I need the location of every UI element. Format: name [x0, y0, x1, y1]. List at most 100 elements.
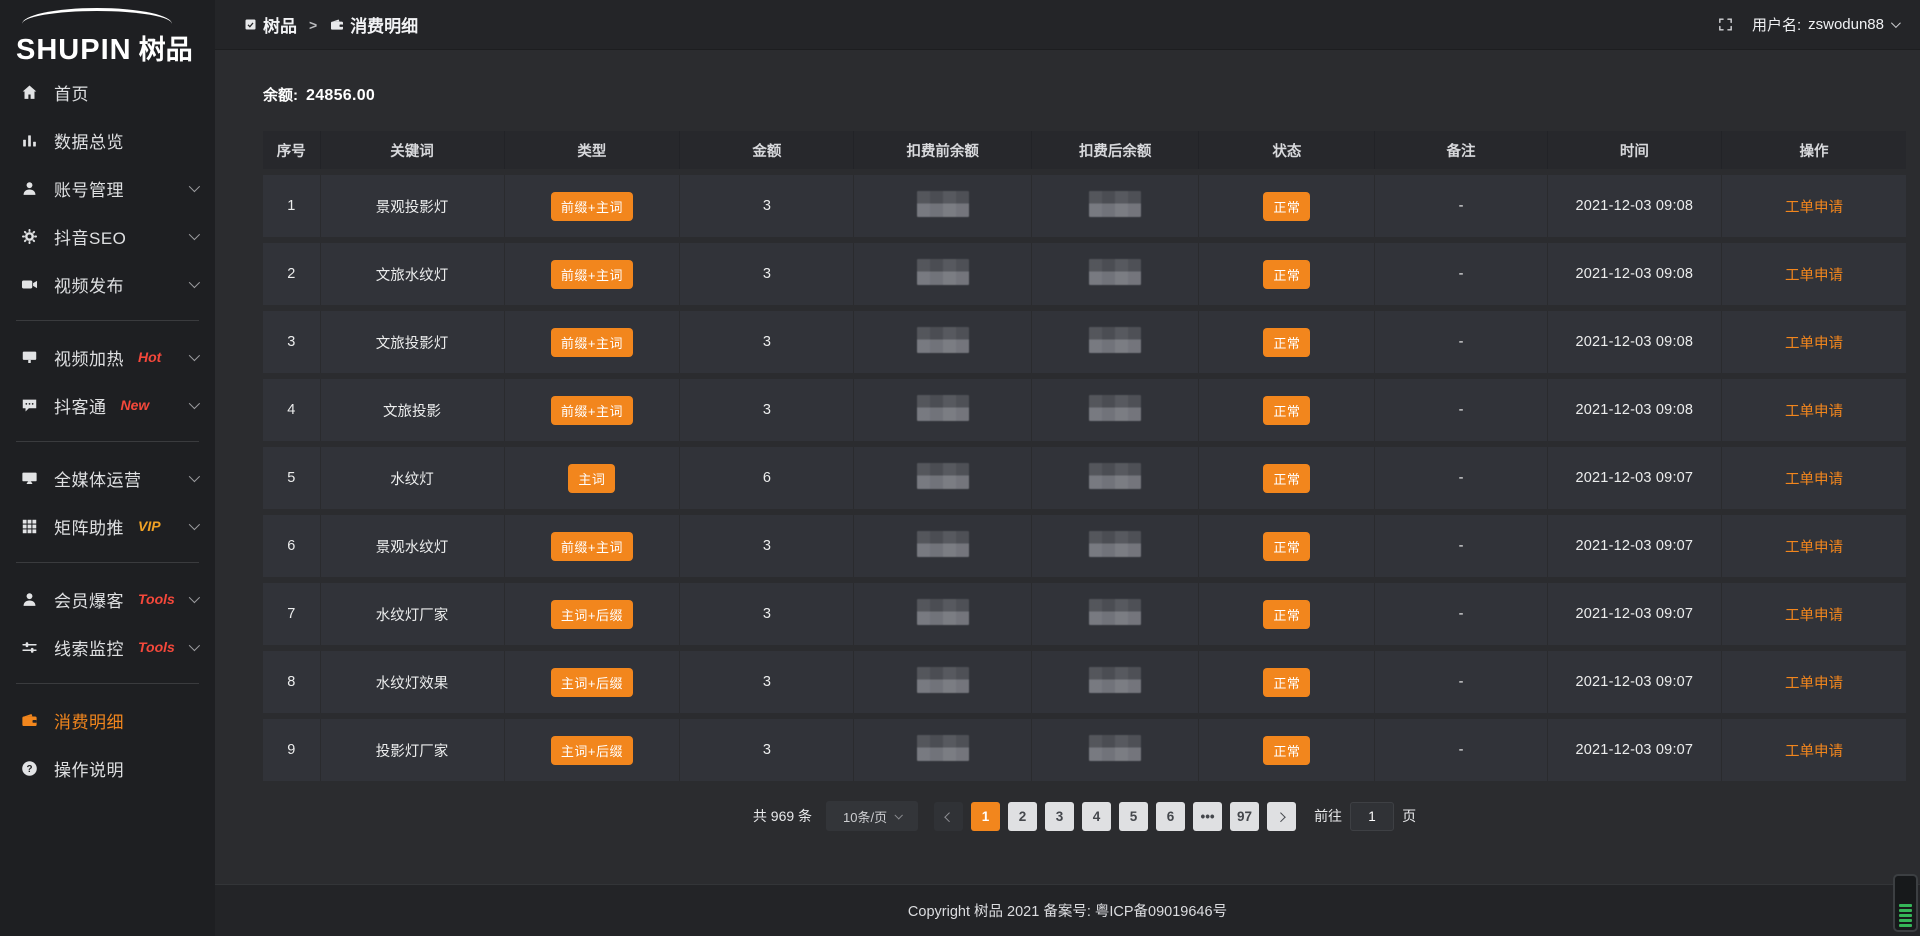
ticket-request-link[interactable]: 工单申请: [1785, 336, 1843, 352]
sliders-icon: [20, 638, 40, 657]
fullscreen-icon[interactable]: [1717, 16, 1734, 33]
chevron-down-icon: [189, 277, 200, 288]
home-icon: [20, 83, 40, 102]
user-dropdown[interactable]: 用户名: zswodun88: [1752, 14, 1898, 35]
sidebar-item-video-heating[interactable]: 视频加热 Hot: [0, 333, 215, 381]
page-button-5[interactable]: 5: [1119, 802, 1148, 831]
breadcrumb-label: 树品: [263, 12, 297, 37]
cell-keyword: 水纹灯厂家: [321, 583, 505, 645]
prev-page-button[interactable]: [934, 802, 963, 831]
sidebar-item-label: 消费明细: [54, 708, 124, 733]
page-button-97[interactable]: 97: [1230, 802, 1259, 831]
ticket-request-link[interactable]: 工单申请: [1785, 268, 1843, 284]
logo-text-cn: 树品: [139, 28, 193, 67]
column-header: 扣费后余额: [1032, 131, 1200, 169]
sidebar-item-member-baoke[interactable]: 会员爆客 Tools: [0, 575, 215, 623]
ticket-request-link[interactable]: 工单申请: [1785, 540, 1843, 556]
sidebar-item-home[interactable]: 首页: [0, 68, 215, 116]
sidebar-divider: [16, 441, 199, 442]
cell-index: 7: [263, 583, 321, 645]
sidebar-item-consumption-details[interactable]: 消费明细: [0, 696, 215, 744]
redacted-balance-after: [1089, 599, 1141, 625]
cell-time: 2021-12-03 09:07: [1548, 515, 1722, 577]
sidebar-item-label: 视频加热: [54, 345, 124, 370]
sidebar-item-tag: Tools: [138, 591, 175, 607]
sidebar-item-operation-guide[interactable]: 操作说明: [0, 744, 215, 792]
meter-bar: [1899, 914, 1912, 917]
page-button-6[interactable]: 6: [1156, 802, 1185, 831]
breadcrumb-home[interactable]: 树品: [243, 12, 297, 37]
ticket-request-link[interactable]: 工单申请: [1785, 744, 1843, 760]
goto-page-input[interactable]: [1350, 802, 1394, 831]
table-row: 3 文旅投影灯 前缀+主词 3 正常 - 2021-12-03 09:08 工单…: [263, 311, 1906, 373]
cell-remark: -: [1375, 515, 1548, 577]
sidebar-item-data-overview[interactable]: 数据总览: [0, 116, 215, 164]
status-badge: 正常: [1263, 532, 1310, 561]
balance-label: 余额:: [263, 87, 298, 104]
cell-remark: -: [1375, 719, 1548, 781]
column-header: 操作: [1722, 131, 1906, 169]
gear-icon: [20, 227, 40, 246]
cell-remark: -: [1375, 651, 1548, 713]
chevron-down-icon: [895, 811, 903, 819]
cell-amount: 3: [680, 243, 854, 305]
ticket-request-link[interactable]: 工单申请: [1785, 608, 1843, 624]
sidebar-item-account-management[interactable]: 账号管理: [0, 164, 215, 212]
table-header-row: 序号关键词类型金额扣费前余额扣费后余额状态备注时间操作: [263, 131, 1906, 169]
wallet-icon: [20, 711, 40, 730]
sidebar-divider: [16, 320, 199, 321]
sidebar-item-lead-monitoring[interactable]: 线索监控 Tools: [0, 623, 215, 671]
breadcrumb: 树品 > 消费明细: [243, 12, 418, 37]
cell-index: 6: [263, 515, 321, 577]
redacted-balance-before: [917, 599, 969, 625]
ticket-request-link[interactable]: 工单申请: [1785, 200, 1843, 216]
redacted-balance-before: [917, 735, 969, 761]
cell-time: 2021-12-03 09:08: [1548, 243, 1722, 305]
sidebar-item-matrix-boost[interactable]: 矩阵助推 VIP: [0, 502, 215, 550]
column-header: 扣费前余额: [854, 131, 1031, 169]
column-header: 备注: [1375, 131, 1548, 169]
status-badge: 正常: [1263, 668, 1310, 697]
cell-keyword: 投影灯厂家: [321, 719, 505, 781]
page-button-3[interactable]: 3: [1045, 802, 1074, 831]
sidebar-item-douketong[interactable]: 抖客通 New: [0, 381, 215, 429]
cell-amount: 3: [680, 719, 854, 781]
table-row: 6 景观水纹灯 前缀+主词 3 正常 - 2021-12-03 09:07 工单…: [263, 515, 1906, 577]
goto-suffix: 页: [1402, 806, 1416, 826]
sidebar-item-all-media-operation[interactable]: 全媒体运营: [0, 454, 215, 502]
column-header: 金额: [680, 131, 854, 169]
sidebar-item-label: 视频发布: [54, 272, 124, 297]
page-button-2[interactable]: 2: [1008, 802, 1037, 831]
question-circle-icon: [20, 759, 40, 778]
sidebar-item-label: 抖客通: [54, 393, 107, 418]
table-row: 5 水纹灯 主词 6 正常 - 2021-12-03 09:07 工单申请: [263, 447, 1906, 509]
sidebar-item-douyin-seo[interactable]: 抖音SEO: [0, 212, 215, 260]
next-page-button[interactable]: [1267, 802, 1296, 831]
cell-amount: 3: [680, 311, 854, 373]
cell-keyword: 水纹灯: [321, 447, 505, 509]
cell-keyword: 水纹灯效果: [321, 651, 505, 713]
status-badge: 正常: [1263, 328, 1310, 357]
pagination-ellipsis-button[interactable]: •••: [1193, 802, 1222, 831]
meter-bar: [1899, 909, 1912, 912]
redacted-balance-before: [917, 395, 969, 421]
table-row: 7 水纹灯厂家 主词+后缀 3 正常 - 2021-12-03 09:07 工单…: [263, 583, 1906, 645]
redacted-balance-after: [1089, 463, 1141, 489]
chevron-down-icon: [189, 181, 200, 192]
ticket-request-link[interactable]: 工单申请: [1785, 472, 1843, 488]
sidebar-item-video-publish[interactable]: 视频发布: [0, 260, 215, 308]
status-badge: 正常: [1263, 192, 1310, 221]
ticket-request-link[interactable]: 工单申请: [1785, 404, 1843, 420]
redacted-balance-after: [1089, 667, 1141, 693]
page-size-select[interactable]: 10条/页: [826, 801, 918, 831]
redacted-balance-after: [1089, 327, 1141, 353]
column-header: 关键词: [321, 131, 505, 169]
page-button-1[interactable]: 1: [971, 802, 1000, 831]
cell-remark: -: [1375, 311, 1548, 373]
breadcrumb-current[interactable]: 消费明细: [329, 12, 418, 37]
sidebar-item-label: 操作说明: [54, 756, 124, 781]
ticket-request-link[interactable]: 工单申请: [1785, 676, 1843, 692]
cell-index: 8: [263, 651, 321, 713]
page-button-4[interactable]: 4: [1082, 802, 1111, 831]
chevron-down-icon: [189, 519, 200, 530]
